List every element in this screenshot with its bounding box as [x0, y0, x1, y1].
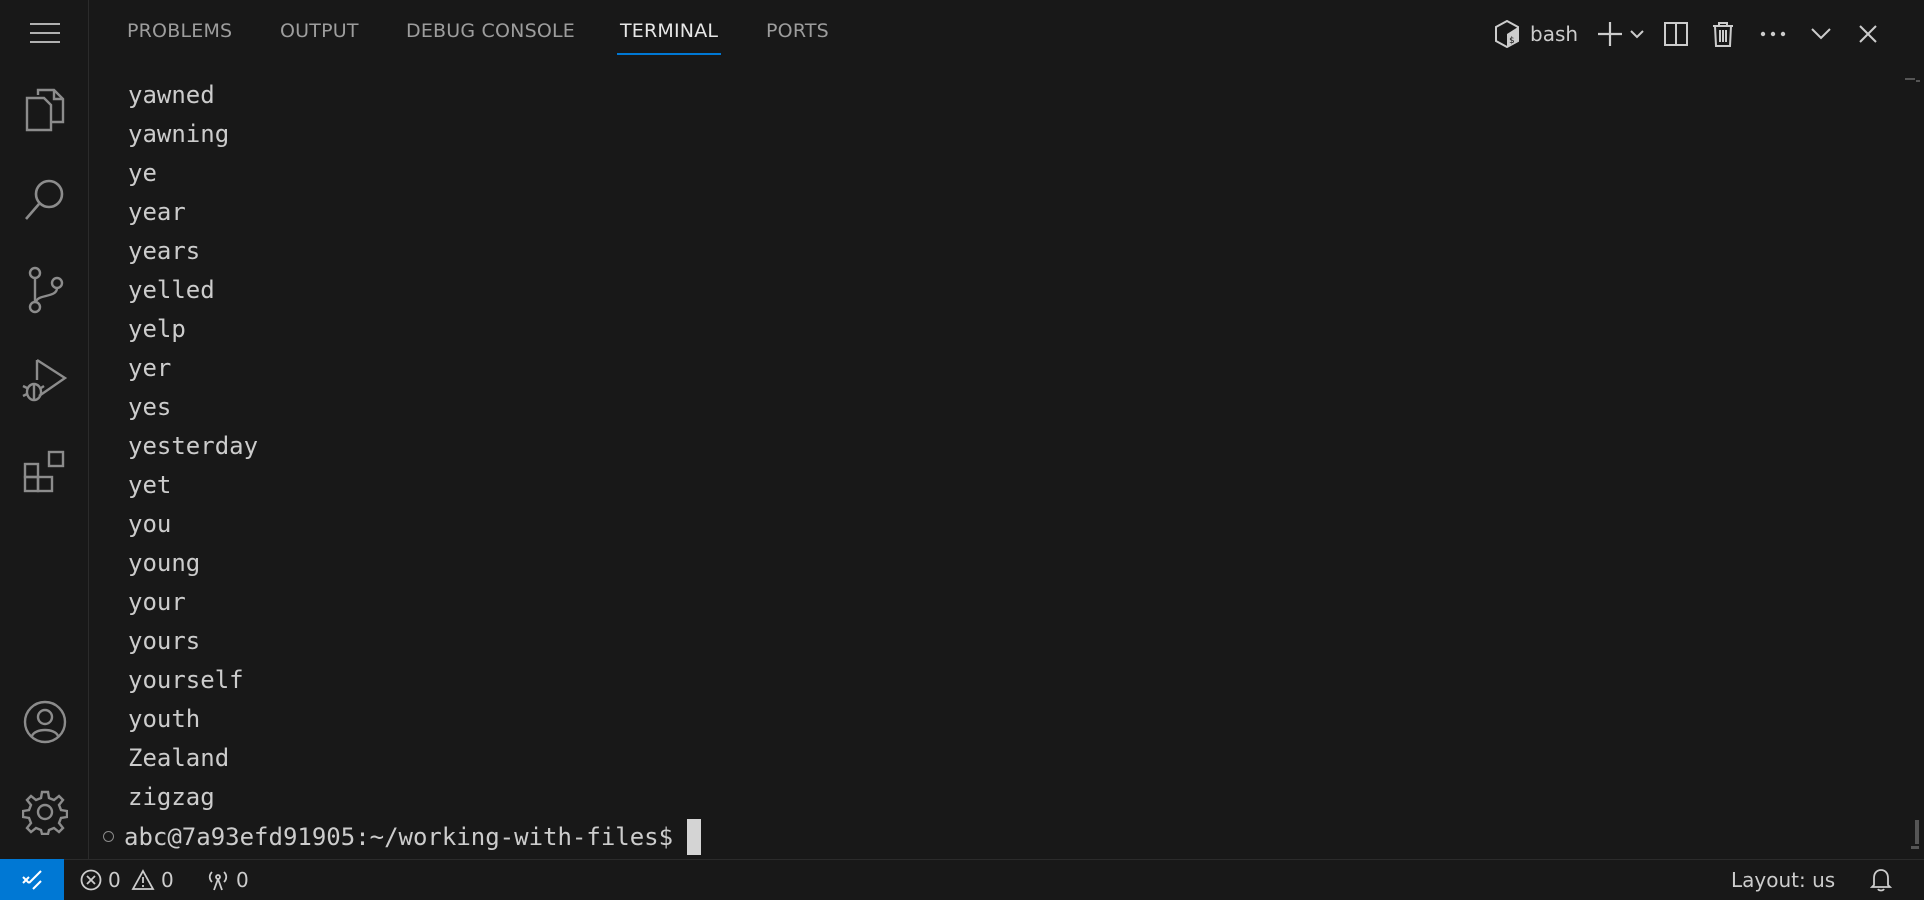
tab-ports[interactable]: PORTS	[766, 20, 829, 56]
settings-gear-icon[interactable]	[0, 782, 89, 842]
tab-label: TERMINAL	[620, 20, 719, 42]
terminal-line: yours	[128, 627, 201, 655]
svg-text:$: $	[1509, 36, 1514, 46]
more-actions-button[interactable]	[1757, 17, 1789, 51]
trash-icon	[1713, 22, 1733, 47]
plus-icon	[1598, 22, 1622, 46]
command-decoration-icon[interactable]	[103, 831, 114, 842]
terminal-line: youth	[128, 705, 201, 733]
tab-problems[interactable]: PROBLEMS	[127, 20, 232, 56]
terminal-bash-icon: $	[1495, 20, 1519, 48]
vscode-window: PROBLEMS OUTPUT DEBUG CONSOLE TERMINAL P…	[0, 0, 1924, 900]
remote-indicator-button[interactable]	[0, 859, 64, 900]
scrollbar-marker	[1911, 846, 1919, 849]
source-control-icon[interactable]	[0, 260, 89, 320]
terminal-line: ye	[128, 159, 157, 187]
launch-profile-dropdown[interactable]	[1627, 17, 1647, 51]
tab-debug-console[interactable]: DEBUG CONSOLE	[406, 20, 575, 56]
scrollbar-marker	[1916, 80, 1920, 82]
chevron-down-icon	[1630, 30, 1644, 39]
terminal-line: yelp	[128, 315, 186, 343]
close-panel-button[interactable]	[1852, 17, 1884, 51]
terminal-prompt: abc@7a93efd91905:~/working-with-files$	[124, 822, 674, 851]
error-icon	[80, 869, 102, 891]
activity-bar	[0, 0, 89, 859]
maximize-panel-button[interactable]	[1805, 17, 1837, 51]
active-tab-indicator	[617, 53, 722, 55]
menu-icon[interactable]	[0, 3, 89, 63]
chevron-down-icon	[1811, 28, 1831, 40]
forwarded-ports-indicator[interactable]: 0	[206, 860, 249, 900]
status-bar: 0 0 0 Layout: us	[0, 859, 1924, 900]
tab-label: OUTPUT	[280, 20, 359, 42]
terminal-line: yawning	[128, 120, 230, 148]
terminal-line: years	[128, 237, 201, 265]
terminal-line: young	[128, 549, 201, 577]
terminal-line: you	[128, 510, 172, 538]
scrollbar-marker	[1905, 78, 1915, 80]
terminal-cursor	[687, 818, 702, 855]
new-terminal-button[interactable]	[1595, 17, 1625, 51]
warning-count: 0	[161, 868, 174, 892]
terminal-line: yet	[128, 471, 172, 499]
terminal-line: yesterday	[128, 432, 259, 460]
problems-warnings-indicator[interactable]: 0	[131, 860, 174, 900]
explorer-icon[interactable]	[0, 80, 89, 140]
ports-count: 0	[236, 868, 249, 892]
ellipsis-icon	[1760, 31, 1786, 37]
panel-header: PROBLEMS OUTPUT DEBUG CONSOLE TERMINAL P…	[89, 0, 1924, 68]
search-icon[interactable]	[0, 170, 89, 230]
notifications-button[interactable]	[1870, 860, 1892, 900]
bell-icon	[1870, 869, 1892, 892]
terminal-line: year	[128, 198, 186, 226]
terminal-line: yelled	[128, 276, 215, 304]
close-icon	[1859, 25, 1877, 43]
terminal-line: yes	[128, 393, 172, 421]
scrollbar-thumb[interactable]	[1915, 820, 1919, 844]
tab-label: DEBUG CONSOLE	[406, 20, 575, 42]
tab-output[interactable]: OUTPUT	[280, 20, 359, 56]
terminal-line: yer	[128, 354, 172, 382]
terminal-line: Zealand	[128, 744, 230, 772]
terminal-shell-name: bash	[1530, 22, 1579, 46]
kill-terminal-button[interactable]	[1708, 17, 1738, 51]
terminal-line: yourself	[128, 666, 244, 694]
warning-icon	[131, 869, 155, 890]
radio-tower-icon	[208, 871, 228, 891]
accounts-icon[interactable]	[0, 692, 89, 752]
problems-errors-indicator[interactable]: 0	[80, 860, 121, 900]
terminal-prompt-row[interactable]: abc@7a93efd91905:~/working-with-files$	[103, 817, 702, 856]
terminal-line: your	[128, 588, 186, 616]
tab-label: PORTS	[766, 20, 829, 42]
terminal-line: yawned	[128, 81, 215, 109]
remote-icon	[22, 870, 42, 890]
terminal-shell-selector[interactable]: $ bash	[1494, 17, 1578, 51]
extensions-icon[interactable]	[0, 442, 89, 502]
keyboard-layout-label: Layout: us	[1731, 868, 1836, 892]
tab-terminal[interactable]: TERMINAL	[617, 20, 722, 56]
terminal-line: zigzag	[128, 783, 215, 811]
split-icon	[1664, 22, 1688, 46]
terminal-output[interactable]: yawned yawning ye year years yelled yelp…	[89, 68, 1924, 859]
error-count: 0	[108, 868, 121, 892]
tab-label: PROBLEMS	[127, 20, 233, 42]
run-debug-icon[interactable]	[0, 350, 89, 410]
split-terminal-button[interactable]	[1661, 17, 1691, 51]
keyboard-layout-indicator[interactable]: Layout: us	[1731, 860, 1835, 900]
